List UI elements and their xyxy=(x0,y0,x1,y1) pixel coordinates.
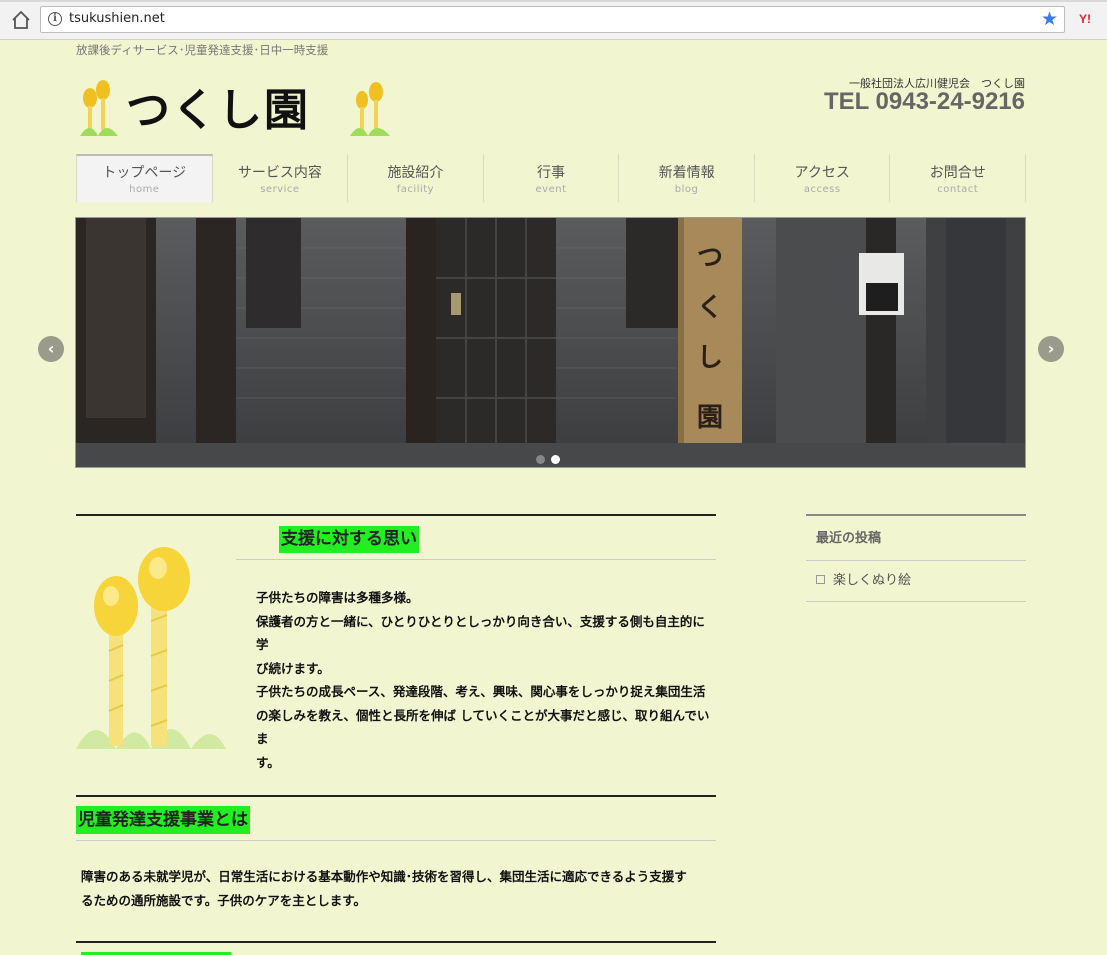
nav-sublabel: contact xyxy=(937,184,979,195)
slider-next-button[interactable]: › xyxy=(1038,336,1064,362)
site-logo[interactable]: つくし園 xyxy=(76,76,396,140)
url-text[interactable]: tsukushien.net xyxy=(69,11,165,26)
nav-item-home[interactable]: トップページ home xyxy=(76,154,213,202)
slider-dots xyxy=(536,449,566,468)
sidebar: 最近の投稿 楽しくぬり絵 xyxy=(806,514,1026,602)
svg-text:し: し xyxy=(697,343,723,373)
body-line: 子供たちの障害は多種多様。 xyxy=(256,590,419,605)
sprout-illustration xyxy=(76,547,226,749)
nav-label: 施設紹介 xyxy=(387,165,444,181)
address-bar[interactable]: i tsukushien.net ★ xyxy=(40,6,1065,33)
nav-sublabel: blog xyxy=(674,184,699,195)
body-line: び続けます。 xyxy=(256,660,330,676)
body-line: の楽しみを教え、個性と長所を伸ば していくことが大事だと感じ、取り組んでいま xyxy=(256,707,710,747)
section-body: 障害のある未就学児が、日常生活における基本動作や知識･技術を習得し、集団生活に適… xyxy=(81,865,713,912)
svg-text:園: 園 xyxy=(697,403,723,433)
nav-label: お問合せ xyxy=(929,165,986,181)
body-line: 子供たちの成長ペース、発達段階、考え、興味、関心事をしっかり捉え集団生活 xyxy=(256,684,706,699)
nav-sublabel: home xyxy=(129,184,160,195)
nav-sublabel: service xyxy=(260,184,300,195)
divider xyxy=(76,840,716,841)
bookmark-star-icon[interactable]: ★ xyxy=(1041,8,1058,30)
home-icon[interactable] xyxy=(10,9,32,31)
info-icon[interactable]: i xyxy=(48,12,62,26)
tab-strip xyxy=(0,0,1107,2)
phone-number: TEL 0943-24-9216 xyxy=(823,88,1025,115)
nav-sublabel: event xyxy=(535,184,567,195)
nav-label: サービス内容 xyxy=(237,165,322,181)
svg-text:つ: つ xyxy=(697,243,723,273)
nav-label: 新着情報 xyxy=(658,165,715,181)
nav-item-access[interactable]: アクセス access xyxy=(755,154,891,202)
body-line: す。 xyxy=(256,754,280,770)
browser-toolbar: i tsukushien.net ★ Y! xyxy=(0,0,1107,40)
body-line: るための通所施設です。子供のケアを主とします。 xyxy=(81,892,367,908)
recent-posts-heading: 最近の投稿 xyxy=(806,514,1026,561)
nav-item-service[interactable]: サービス内容 service xyxy=(213,154,349,202)
body-line: 障害のある未就学児が、日常生活における基本動作や知識･技術を習得し、集団生活に適… xyxy=(81,869,687,884)
nav-label: 行事 xyxy=(537,165,566,181)
slider-dot-1[interactable] xyxy=(536,455,545,464)
section-title: 児童発達支援事業とは xyxy=(76,806,250,834)
nav-sublabel: access xyxy=(803,184,841,195)
svg-text:く: く xyxy=(697,293,723,323)
logo-text: つくし園 xyxy=(126,85,310,136)
child-development-support-section: 児童発達支援事業とは 障害のある未就学児が、日常生活における基本動作や知識･技術… xyxy=(76,795,716,943)
slider-prev-button[interactable]: ‹ xyxy=(38,336,64,362)
building-entrance-photo: つ く し 園 xyxy=(76,218,1025,467)
nav-item-contact[interactable]: お問合せ contact xyxy=(890,154,1027,202)
bullet-icon xyxy=(816,575,825,584)
yahoo-extension-icon[interactable]: Y! xyxy=(1075,9,1095,29)
recent-post-link[interactable]: 楽しくぬり絵 xyxy=(806,561,1026,602)
hero-slider-image[interactable]: つ く し 園 xyxy=(75,217,1026,468)
post-title: 楽しくぬり絵 xyxy=(833,573,912,588)
body-line: 保護者の方と一緒に、ひとりひとりとしっかり向き合い、支援する側も自主的に学 xyxy=(256,613,705,653)
nav-item-facility[interactable]: 施設紹介 facility xyxy=(348,154,484,202)
slider-dot-2[interactable] xyxy=(551,455,560,464)
nav-item-blog[interactable]: 新着情報 blog xyxy=(619,154,755,202)
site-tagline: 放課後ディサービス･児童発達支援･日中一時支援 xyxy=(76,43,329,57)
main-nav: トップページ home サービス内容 service 施設紹介 facility 行事… xyxy=(76,154,1027,202)
nav-item-event[interactable]: 行事 event xyxy=(484,154,620,202)
divider xyxy=(236,559,716,560)
nav-label: アクセス xyxy=(794,165,850,181)
nav-label: トップページ xyxy=(102,165,187,181)
section-body: 子供たちの障害は多種多様。 保護者の方と一緒に、ひとりひとりとしっかり向き合い、… xyxy=(256,586,716,774)
nav-sublabel: facility xyxy=(396,184,435,195)
support-philosophy-section: 支援に対する思い 子供たちの障害は多種多様。 保護者の方と一緒に、ひとりひとりと… xyxy=(76,514,716,798)
section-title: 支援に対する思い xyxy=(279,526,419,553)
